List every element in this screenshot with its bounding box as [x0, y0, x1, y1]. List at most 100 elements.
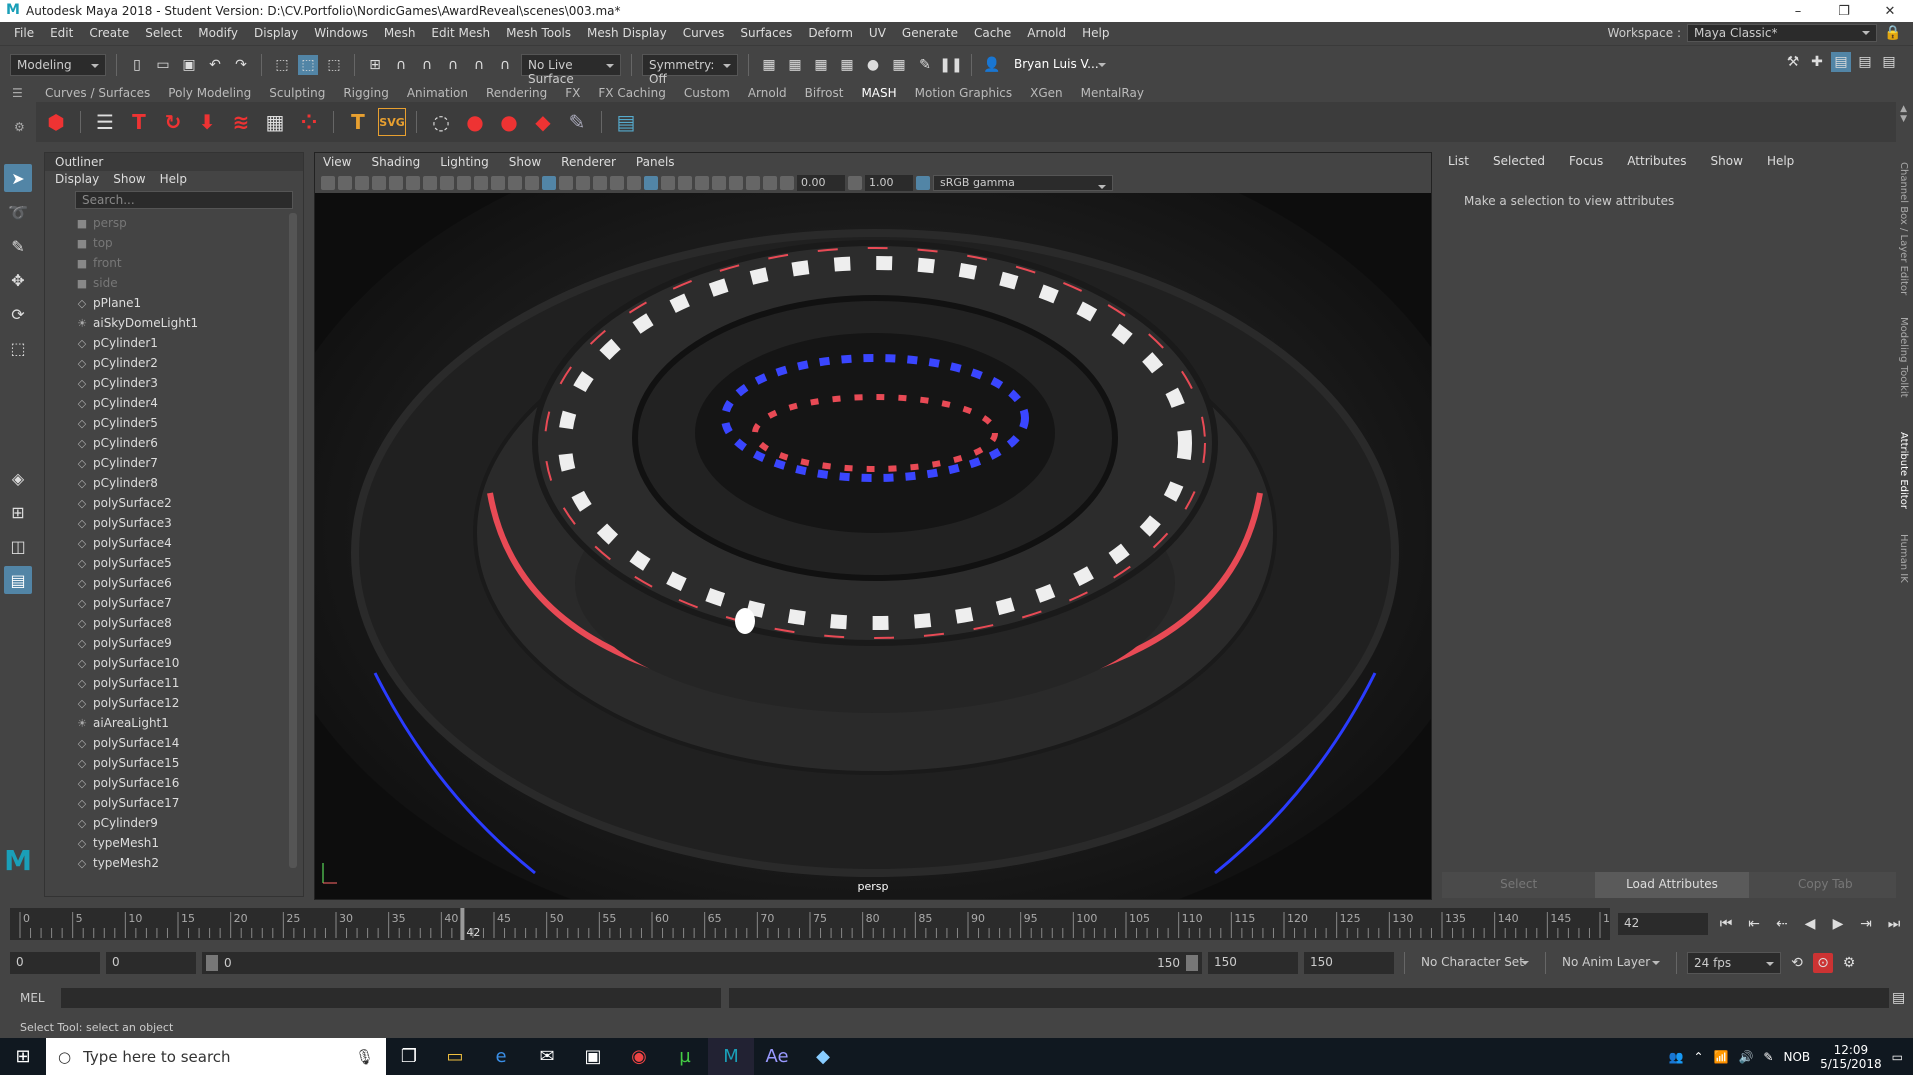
outliner-item[interactable]: ◇ polySurface10	[75, 653, 285, 673]
safe-action-icon[interactable]	[491, 176, 505, 190]
menu-surfaces[interactable]: Surfaces	[732, 26, 800, 40]
outliner-item[interactable]: ◇ polySurface9	[75, 633, 285, 653]
dynamics-ring-icon[interactable]: ◌	[427, 108, 455, 136]
tab-modeling-toolkit[interactable]: Modeling Toolkit	[1898, 317, 1909, 398]
camera-bookmark-icon[interactable]	[338, 176, 352, 190]
resolution-gate-icon[interactable]	[440, 176, 454, 190]
menu-edit[interactable]: Edit	[42, 26, 81, 40]
outliner-item[interactable]: ◇ polySurface3	[75, 513, 285, 533]
grease-pencil-icon[interactable]	[389, 176, 403, 190]
show-hidden-icons-icon[interactable]: ⌃	[1693, 1050, 1703, 1064]
move-tool-icon[interactable]: ✥	[4, 266, 32, 294]
range-slider[interactable]: 0 150	[202, 952, 1202, 974]
mash-scatter-icon[interactable]: ⁘	[295, 108, 323, 136]
file-explorer-icon[interactable]: ▭	[432, 1038, 478, 1075]
menu-cache[interactable]: Cache	[966, 26, 1019, 40]
render-settings-icon[interactable]: ▦	[837, 55, 857, 75]
maya-taskbar-icon[interactable]: M	[708, 1038, 754, 1075]
clock[interactable]: 12:09 5/15/2018	[1820, 1043, 1882, 1071]
viewport-3d-scene[interactable]: persp	[315, 193, 1431, 899]
outliner-item[interactable]: ◇ pCylinder7	[75, 453, 285, 473]
attr-menu-focus[interactable]: Focus	[1569, 154, 1603, 168]
dynamics-brush-icon[interactable]: ✎	[563, 108, 591, 136]
vp-menu-renderer[interactable]: Renderer	[561, 155, 616, 171]
outliner-item[interactable]: ◇ polySurface2	[75, 493, 285, 513]
menu-edit-mesh[interactable]: Edit Mesh	[423, 26, 498, 40]
mash-type-icon[interactable]: T	[125, 108, 153, 136]
outliner-item[interactable]: ☀ aiSkyDomeLight1	[75, 313, 285, 333]
paint-select-tool-icon[interactable]: ✎	[4, 232, 32, 260]
attribute-editor-toggle-icon[interactable]: ▤	[1831, 52, 1851, 72]
depth-of-field-icon[interactable]	[695, 176, 709, 190]
shelf-tab-poly-modeling[interactable]: Poly Modeling	[159, 86, 260, 100]
taskbar-search[interactable]: ○ Type here to search 🎙	[46, 1038, 386, 1075]
playback-start-field[interactable]: 0	[106, 952, 196, 974]
modeling-toolkit-icon[interactable]: ⚒	[1783, 52, 1803, 72]
edge-browser-icon[interactable]: e	[478, 1038, 524, 1075]
camera-attributes-icon[interactable]	[321, 176, 335, 190]
anti-aliasing-icon[interactable]	[678, 176, 692, 190]
outliner-search-input[interactable]: Search...	[75, 191, 293, 209]
outliner-item[interactable]: ◇ pPlane1	[75, 293, 285, 313]
dynamics-bomb-icon[interactable]: ●	[495, 108, 523, 136]
select-component-icon[interactable]: ⬚	[324, 55, 344, 75]
microphone-icon[interactable]: 🎙	[355, 1048, 386, 1066]
outliner-item[interactable]: ◇ polySurface14	[75, 733, 285, 753]
attr-menu-list[interactable]: List	[1448, 154, 1469, 168]
shelf-tab-motion-graphics[interactable]: Motion Graphics	[906, 86, 1022, 100]
mash-grid-icon[interactable]: ▦	[261, 108, 289, 136]
dynamics-sphere-icon[interactable]: ●	[461, 108, 489, 136]
fps-dropdown[interactable]: 24 fps	[1687, 952, 1781, 974]
menu-modify[interactable]: Modify	[190, 26, 246, 40]
attr-menu-selected[interactable]: Selected	[1493, 154, 1545, 168]
menu-windows[interactable]: Windows	[306, 26, 376, 40]
scale-tool-icon[interactable]: ⬚	[4, 334, 32, 362]
step-back-frame-icon[interactable]: ⇠	[1772, 914, 1792, 934]
tab-human-ik[interactable]: Human IK	[1898, 534, 1909, 583]
select-button[interactable]: Select	[1442, 872, 1596, 898]
task-view-icon[interactable]: ❐	[386, 1038, 432, 1075]
menu-uv[interactable]: UV	[861, 26, 894, 40]
character-controls-icon[interactable]: ✚	[1807, 52, 1827, 72]
outliner-layout-icon[interactable]: ▤	[4, 566, 32, 594]
single-view-icon[interactable]: ◈	[4, 464, 32, 492]
shelf-tab-rigging[interactable]: Rigging	[334, 86, 397, 100]
select-tool-icon[interactable]: ➤	[4, 164, 32, 192]
outliner-item[interactable]: ◇ pCylinder6	[75, 433, 285, 453]
mash-network-icon[interactable]: ⬢	[42, 108, 70, 136]
view-transform-dropdown[interactable]: sRGB gamma	[933, 175, 1113, 191]
menu-file[interactable]: File	[6, 26, 42, 40]
outliner-item[interactable]: ◇ polySurface6	[75, 573, 285, 593]
channel-box-icon[interactable]: ▤	[1879, 52, 1899, 72]
menu-generate[interactable]: Generate	[894, 26, 966, 40]
close-button[interactable]: ✕	[1867, 4, 1913, 19]
shelf-tab-animation[interactable]: Animation	[398, 86, 477, 100]
vp-menu-view[interactable]: View	[323, 155, 351, 171]
vp-menu-lighting[interactable]: Lighting	[440, 155, 489, 171]
outliner-item[interactable]: ◇ pCylinder8	[75, 473, 285, 493]
shelf-tab-xgen[interactable]: XGen	[1021, 86, 1072, 100]
shelf-settings-icon[interactable]: ⚙	[14, 120, 25, 134]
outliner-item[interactable]: ◇ polySurface4	[75, 533, 285, 553]
maximize-button[interactable]: ❐	[1821, 4, 1867, 19]
select-hierarchy-icon[interactable]: ⬚	[272, 55, 292, 75]
mail-icon[interactable]: ✉	[524, 1038, 570, 1075]
rotate-tool-icon[interactable]: ⟳	[4, 300, 32, 328]
range-start-handle[interactable]	[206, 955, 218, 971]
shelf-tab-fx-caching[interactable]: FX Caching	[589, 86, 674, 100]
outliner-item[interactable]: ◇ typeMesh2	[75, 853, 285, 873]
anim-prefs-icon[interactable]: ⚙	[1839, 953, 1859, 973]
render-sequence-icon[interactable]: ▦	[785, 55, 805, 75]
color-management-icon[interactable]	[916, 176, 930, 190]
live-surface-field[interactable]: No Live Surface	[521, 53, 621, 86]
grid-icon[interactable]	[406, 176, 420, 190]
dynamics-paint-icon[interactable]: ◆	[529, 108, 557, 136]
menu-curves[interactable]: Curves	[675, 26, 733, 40]
people-icon[interactable]: 👥	[1668, 1050, 1683, 1064]
mash-curve-icon[interactable]: ≋	[227, 108, 255, 136]
shelf-tab-arnold[interactable]: Arnold	[739, 86, 796, 100]
menu-mesh-display[interactable]: Mesh Display	[579, 26, 675, 40]
script-editor-icon[interactable]: ▤	[1889, 988, 1909, 1008]
command-input[interactable]	[60, 988, 721, 1008]
outliner-item[interactable]: ◇ pCylinder3	[75, 373, 285, 393]
